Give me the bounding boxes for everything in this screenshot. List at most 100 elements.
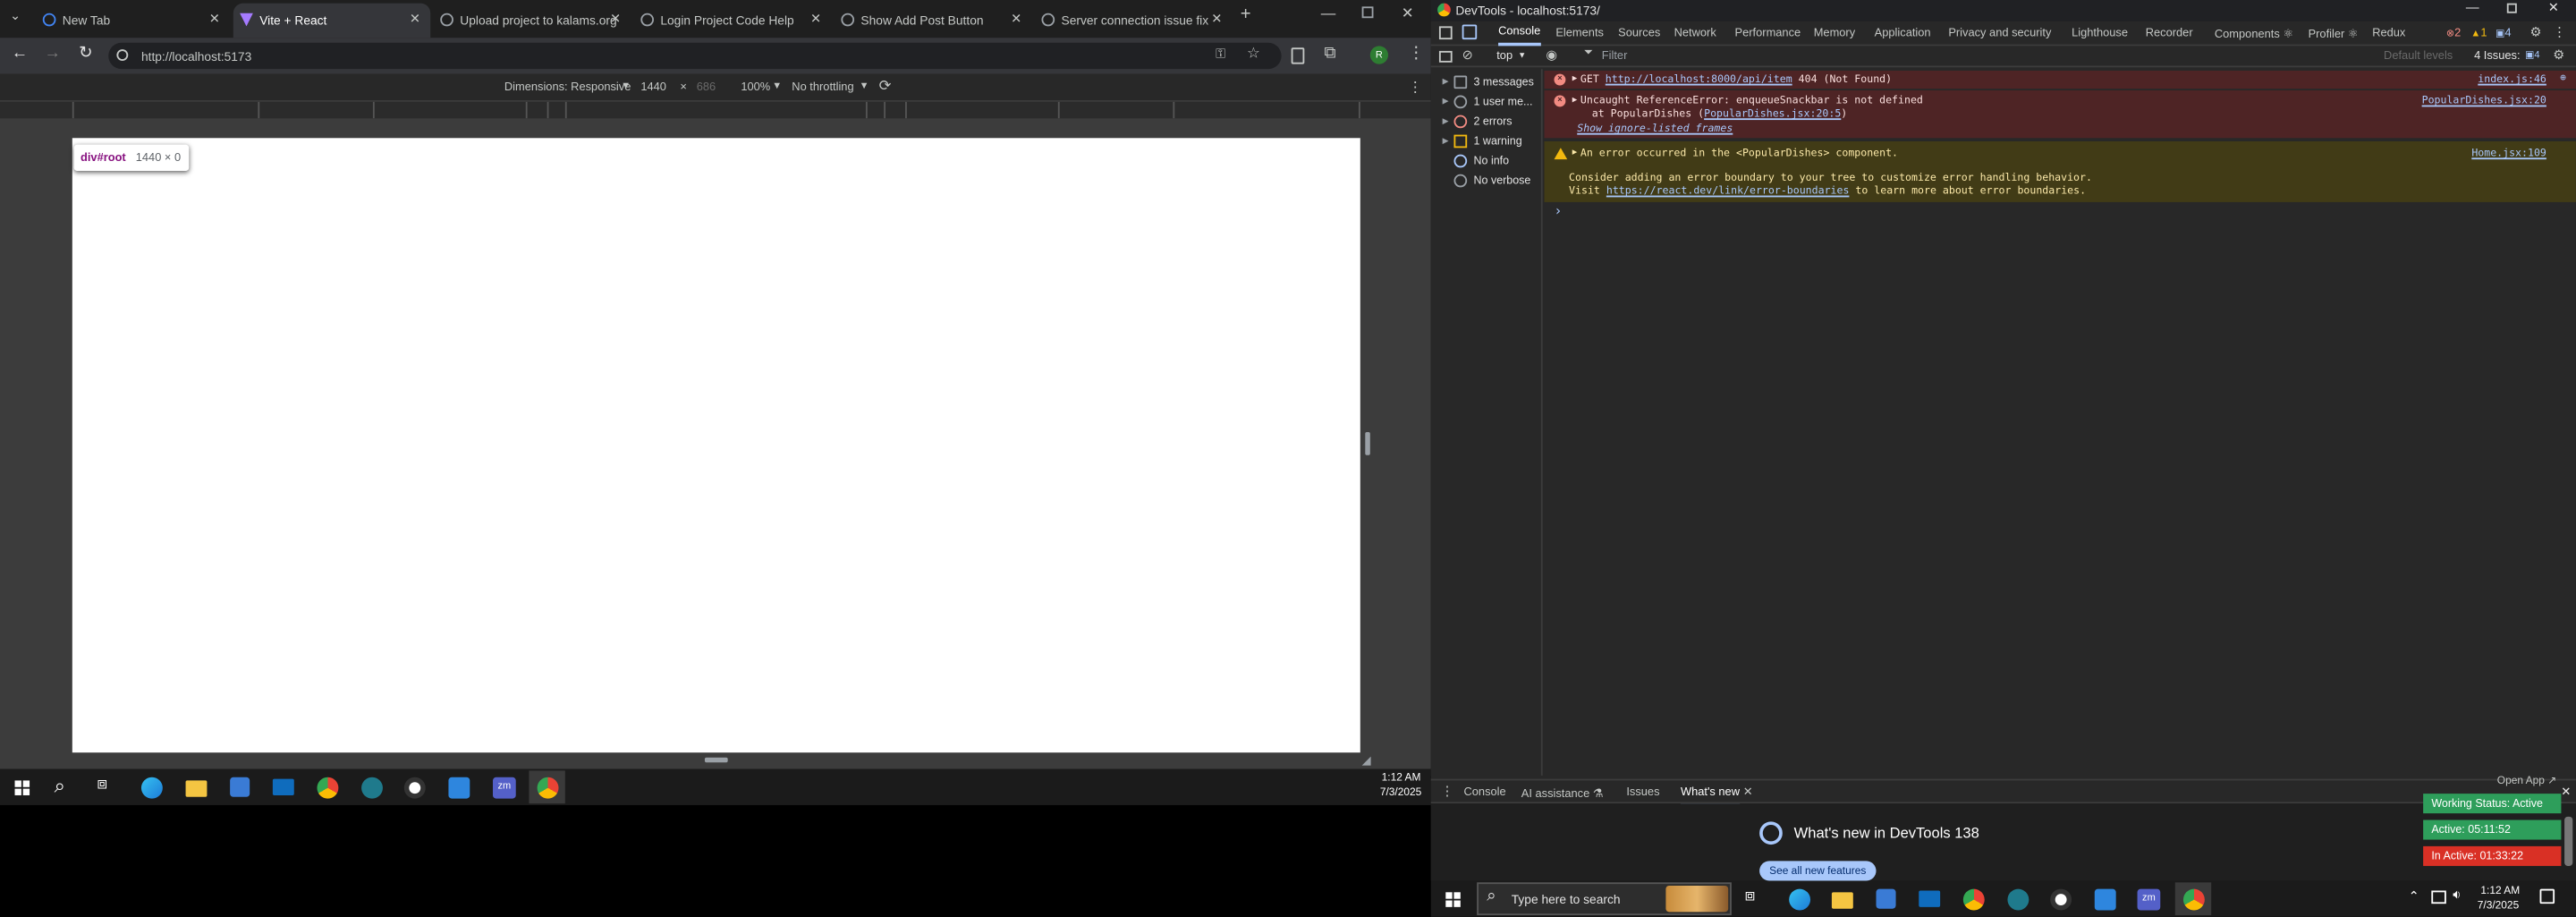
issues-link[interactable]: 4 Issues: <box>2474 51 2520 63</box>
address-bar[interactable]: http://localhost:5173 ⚿ ☆ <box>108 42 1282 70</box>
dimensions-dropdown[interactable]: Dimensions: Responsive <box>504 82 631 94</box>
inspect-element-icon[interactable] <box>1438 26 1453 40</box>
close-tab-icon[interactable]: ✕ <box>810 12 821 27</box>
overlay-close-icon[interactable]: ✕ <box>2561 785 2571 799</box>
expand-arrow-icon[interactable]: ▶ <box>1572 96 1578 106</box>
tray-chevron-icon[interactable]: ⌃ <box>2409 889 2419 904</box>
clear-console-icon[interactable]: ⊘ <box>1462 47 1473 63</box>
windows-start-icon[interactable] <box>1445 892 1461 907</box>
rotate-icon[interactable]: ⟳ <box>879 77 892 95</box>
tab-login-project[interactable]: Login Project Code Help ✕ <box>634 4 831 38</box>
task-view-icon[interactable]: ⧈ <box>1745 887 1756 905</box>
file-explorer-icon[interactable] <box>185 780 208 797</box>
tab-profiler[interactable]: Profiler ⚛ <box>2309 21 2359 47</box>
tab-redux[interactable]: Redux <box>2372 21 2405 47</box>
avatar[interactable]: R <box>1369 46 1389 64</box>
windows-start-icon[interactable] <box>14 780 30 795</box>
console-prompt[interactable]: › <box>1555 204 1563 219</box>
zoom-dropdown[interactable]: 100% <box>741 82 770 94</box>
ai-explain-icon[interactable]: ⊕ <box>2560 72 2566 84</box>
close-drawer-tab-icon[interactable]: ✕ <box>1743 785 1753 799</box>
sidebar-toggle-icon[interactable] <box>1438 50 1453 63</box>
drawer-tab-issues[interactable]: Issues <box>1626 787 1659 799</box>
tab-performance[interactable]: Performance <box>1735 21 1801 47</box>
chrome-icon[interactable] <box>1962 888 1985 911</box>
filter-input[interactable]: Filter <box>1602 51 1628 63</box>
task-view-icon[interactable]: ⧈ <box>97 776 107 794</box>
app-icon-teal[interactable] <box>361 777 383 799</box>
sidebar-item-user-messages[interactable]: 1 user me... <box>1453 95 1532 109</box>
tab-lighthouse[interactable]: Lighthouse <box>2072 21 2128 47</box>
close-tab-icon[interactable]: ✕ <box>410 12 420 27</box>
throttling-dropdown[interactable]: No throttling <box>792 82 853 94</box>
tab-components[interactable]: Components ⚛ <box>2215 21 2293 47</box>
reload-icon[interactable]: ↻ <box>79 45 92 63</box>
tab-application[interactable]: Application <box>1875 21 1931 47</box>
edge-icon[interactable] <box>140 777 163 799</box>
console-error-row[interactable]: × ▶ GET http://localhost:8000/api/item 4… <box>1544 70 2576 89</box>
tab-upload-project[interactable]: Upload project to kalams.org ✕ <box>434 4 631 38</box>
file-explorer-icon[interactable] <box>1831 892 1853 909</box>
app-icon-teal[interactable] <box>2007 888 2029 911</box>
tab-console[interactable]: Console <box>1498 21 1541 47</box>
settings-gear-icon[interactable]: ⚙ <box>2530 25 2542 40</box>
live-expression-eye-icon[interactable]: ◉ <box>1546 47 1557 63</box>
console-warning-row[interactable]: ▶ An error occurred in the <PopularDishe… <box>1544 140 2576 202</box>
close-tab-icon[interactable]: ✕ <box>1011 12 1021 27</box>
tab-new-tab[interactable]: New Tab ✕ <box>36 4 230 38</box>
tab-recorder[interactable]: Recorder <box>2146 21 2193 47</box>
warning-count-badge[interactable]: ▲ 1 <box>2470 21 2487 47</box>
console-settings-icon[interactable]: ⚙ <box>2553 47 2564 63</box>
scrollbar-thumb[interactable] <box>2564 816 2573 866</box>
tab-privacy-security[interactable]: Privacy and security <box>1948 21 2051 47</box>
tab-sources[interactable]: Sources <box>1618 21 1660 47</box>
default-levels-dropdown[interactable]: Default levels <box>2384 51 2453 63</box>
forward-icon[interactable]: → <box>45 45 61 63</box>
notification-icon[interactable] <box>2539 888 2555 904</box>
drawer-tab-console[interactable]: Console <box>1463 787 1505 799</box>
show-ignore-listed-link[interactable]: Show ignore-listed frames <box>1577 123 1733 135</box>
network-icon[interactable] <box>2431 890 2446 904</box>
device-more-icon[interactable]: ⋮ <box>1408 79 1423 97</box>
width-input[interactable]: 1440 <box>640 82 666 94</box>
close-window-icon[interactable]: ✕ <box>1402 5 1414 23</box>
stack-link[interactable]: PopularDishes.jsx:20:5 <box>1704 108 1841 120</box>
vscode-icon[interactable] <box>448 777 470 799</box>
tab-vite-react[interactable]: Vite + React ✕ <box>233 3 431 38</box>
tab-elements[interactable]: Elements <box>1555 21 1604 47</box>
menu-kebab-icon[interactable]: ⋮ <box>1408 45 1424 63</box>
sidebar-item-errors[interactable]: 2 errors <box>1453 115 1513 129</box>
expand-arrow-icon[interactable]: ▶ <box>1572 148 1578 157</box>
store-icon[interactable] <box>1876 888 1896 909</box>
bookmark-star-icon[interactable]: ☆ <box>1247 45 1260 63</box>
minimize-icon[interactable]: — <box>1321 5 1336 21</box>
close-tab-icon[interactable]: ✕ <box>610 12 621 27</box>
vscode-icon[interactable] <box>2094 888 2116 911</box>
drawer-menu-icon[interactable]: ⋮ <box>1441 784 1454 799</box>
extensions-icon[interactable]: ⧉ <box>1324 45 1335 63</box>
zoom-app-icon[interactable]: zm <box>2137 888 2161 911</box>
expand-arrow-icon[interactable]: ▶ <box>1572 74 1578 84</box>
maximize-icon[interactable] <box>2506 3 2517 13</box>
error-boundaries-link[interactable]: https://react.dev/link/error-boundaries <box>1606 186 1850 198</box>
expand-arrow-icon[interactable]: ▶ <box>1443 136 1449 146</box>
source-link[interactable]: index.js:46 <box>2478 74 2546 86</box>
issue-count-badge[interactable]: ▣ 4 <box>2496 21 2512 47</box>
app-icon-dark-circle[interactable] <box>403 777 426 799</box>
close-tab-icon[interactable]: ✕ <box>1211 12 1222 27</box>
chrome-icon[interactable] <box>317 777 339 799</box>
height-input[interactable]: 686 <box>697 82 716 94</box>
page-content[interactable] <box>72 138 1360 753</box>
back-icon[interactable]: ← <box>12 45 28 63</box>
source-link[interactable]: Home.jsx:109 <box>2471 148 2546 159</box>
working-status-badge[interactable]: Working Status: Active <box>2423 794 2562 814</box>
maximize-icon[interactable] <box>1361 6 1374 19</box>
tab-search-chevron-icon[interactable]: ⌄ <box>10 8 21 23</box>
expand-arrow-icon[interactable]: ▶ <box>1443 77 1449 87</box>
expand-arrow-icon[interactable]: ▶ <box>1443 116 1449 126</box>
site-info-icon[interactable] <box>116 49 129 61</box>
mail-icon[interactable] <box>1919 890 1941 907</box>
request-url-link[interactable]: http://localhost:8000/api/item <box>1606 74 1792 86</box>
close-tab-icon[interactable]: ✕ <box>209 12 220 27</box>
device-toggle-icon[interactable] <box>1462 24 1478 40</box>
